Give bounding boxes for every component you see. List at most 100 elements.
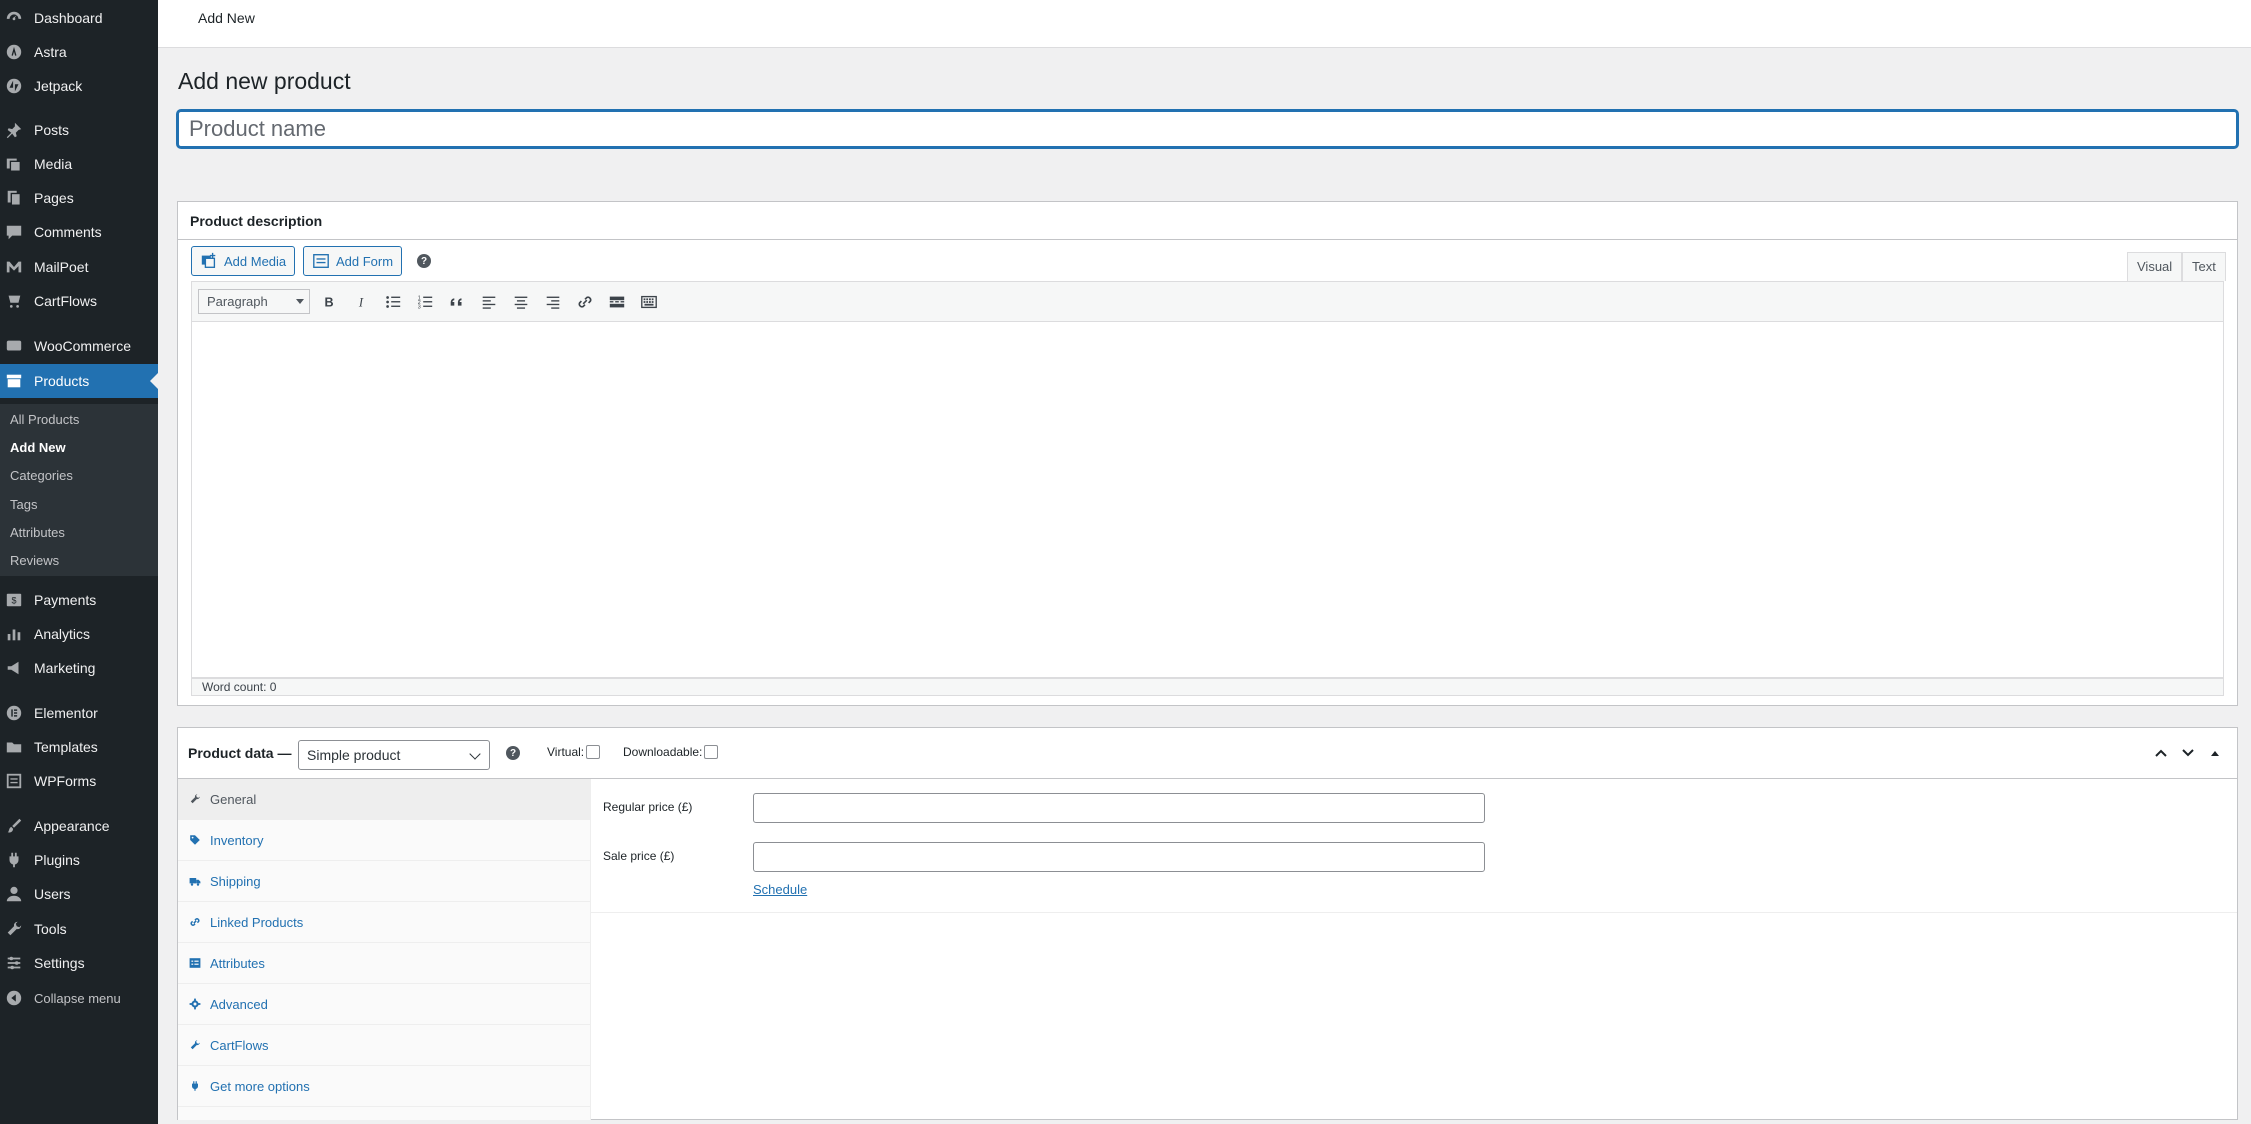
bold-button[interactable]: B [316, 290, 342, 314]
align-left-button[interactable] [476, 290, 502, 314]
bullet-list-button[interactable] [380, 290, 406, 314]
sidebar-item-astra[interactable]: Astra [0, 35, 158, 69]
users-icon [4, 884, 24, 904]
downloadable-checkbox[interactable] [704, 745, 719, 759]
align-right-icon [546, 296, 560, 309]
archive-icon [4, 371, 24, 391]
submenu-all-products[interactable]: All Products [10, 410, 79, 430]
read-more-icon [609, 296, 625, 308]
sidebar-item-media[interactable]: Media [0, 147, 158, 181]
editor-content-area[interactable] [191, 321, 2224, 678]
move-down-button[interactable] [2181, 746, 2195, 760]
product-data-box: Product data — Simple product ? Virtual:… [177, 727, 2238, 1120]
sidebar-item-marketing[interactable]: Marketing [0, 651, 158, 685]
keyboard-icon [641, 295, 657, 309]
sidebar-item-elementor[interactable]: Elementor [0, 696, 158, 730]
sidebar-item-woocommerce[interactable]: WooCommerce [0, 329, 158, 363]
tab-get-more-options[interactable]: Get more options [178, 1066, 591, 1107]
product-data-title: Product data — [188, 745, 292, 761]
sidebar-item-appearance[interactable]: Appearance [0, 809, 158, 843]
product-type-select[interactable]: Simple product [298, 740, 490, 770]
products-submenu: All Products Add New Categories Tags Att… [0, 404, 158, 576]
sidebar-item-analytics[interactable]: Analytics [0, 617, 158, 651]
payments-icon: $ [4, 590, 24, 610]
virtual-option: Virtual: [547, 745, 601, 759]
bullet-list-icon [386, 296, 401, 308]
wrench-icon [4, 919, 24, 939]
product-description-header: Product description [178, 202, 2237, 240]
help-icon[interactable]: ? [417, 254, 431, 268]
tab-visual[interactable]: Visual [2127, 252, 2183, 281]
regular-price-label: Regular price (£) [603, 800, 693, 814]
collapse-menu-button[interactable]: Collapse menu [0, 981, 158, 1015]
sidebar-item-settings[interactable]: Settings [0, 946, 158, 980]
gear-icon [188, 997, 202, 1011]
product-type-help-icon[interactable]: ? [506, 746, 520, 760]
sidebar-item-cartflows[interactable]: CartFlows [0, 284, 158, 318]
tab-general[interactable]: General [178, 779, 591, 820]
italic-button[interactable]: I [348, 290, 374, 314]
chevron-down-icon [469, 748, 481, 760]
caret-up-icon [2211, 751, 2219, 756]
page-title: Add new product [178, 68, 351, 94]
sidebar-item-wpforms[interactable]: WPForms [0, 764, 158, 798]
read-more-button[interactable] [604, 290, 630, 314]
svg-text:I: I [358, 296, 364, 310]
sidebar-item-pages[interactable]: Pages [0, 181, 158, 215]
quote-icon [450, 298, 462, 306]
pages-icon [4, 188, 24, 208]
numbered-list-button[interactable]: 123 [412, 290, 438, 314]
mailpoet-icon [4, 257, 24, 277]
megaphone-icon [4, 658, 24, 678]
align-center-button[interactable] [508, 290, 534, 314]
tab-advanced[interactable]: Advanced [178, 984, 591, 1025]
sidebar-item-comments[interactable]: Comments [0, 215, 158, 249]
virtual-checkbox[interactable] [586, 745, 601, 759]
sidebar-item-products[interactable]: Products [0, 364, 158, 398]
sidebar-item-users[interactable]: Users [0, 877, 158, 911]
sidebar-item-templates[interactable]: Templates [0, 730, 158, 764]
submenu-reviews[interactable]: Reviews [10, 551, 59, 571]
tab-shipping[interactable]: Shipping [178, 861, 591, 902]
submenu-attributes[interactable]: Attributes [10, 523, 65, 543]
svg-text:3: 3 [418, 304, 421, 310]
format-select[interactable]: Paragraph [198, 289, 310, 314]
sidebar-item-mailpoet[interactable]: MailPoet [0, 250, 158, 284]
sidebar-item-jetpack[interactable]: Jetpack [0, 69, 158, 103]
chevron-down-icon [2182, 749, 2194, 757]
submenu-add-new[interactable]: Add New [10, 438, 66, 458]
align-right-button[interactable] [540, 290, 566, 314]
tab-inventory[interactable]: Inventory [178, 820, 591, 861]
media-icon [4, 154, 24, 174]
insert-link-button[interactable] [572, 290, 598, 314]
toolbar-toggle-button[interactable] [636, 290, 662, 314]
sidebar-item-posts[interactable]: Posts [0, 113, 158, 147]
add-media-button[interactable]: Add Media [191, 246, 296, 276]
add-form-button[interactable]: Add Form [303, 246, 403, 276]
numbered-list-icon: 123 [418, 295, 433, 310]
toggle-panel-button[interactable] [2208, 746, 2222, 760]
sidebar-item-payments[interactable]: $ Payments [0, 583, 158, 617]
regular-price-input[interactable] [753, 793, 1485, 823]
move-up-button[interactable] [2154, 746, 2168, 760]
tag-icon [188, 833, 202, 847]
sidebar-item-plugins[interactable]: Plugins [0, 843, 158, 877]
downloadable-option: Downloadable: [623, 745, 719, 759]
tab-linked-products[interactable]: Linked Products [178, 902, 591, 943]
product-name-input[interactable] [177, 110, 2238, 148]
tab-text[interactable]: Text [2182, 252, 2226, 281]
wrench-icon [188, 792, 202, 806]
collapse-icon [4, 988, 24, 1008]
tab-attributes[interactable]: Attributes [178, 943, 591, 984]
schedule-link[interactable]: Schedule [753, 882, 807, 897]
submenu-tags[interactable]: Tags [10, 495, 37, 515]
elementor-icon [4, 703, 24, 723]
editor-toolbar: Paragraph B I 123 [191, 281, 2224, 321]
blockquote-button[interactable] [444, 290, 470, 314]
sidebar-item-tools[interactable]: Tools [0, 912, 158, 946]
sale-price-input[interactable] [753, 842, 1485, 872]
sidebar-item-dashboard[interactable]: Dashboard [0, 1, 158, 35]
submenu-categories[interactable]: Categories [10, 466, 73, 486]
chevron-up-icon [2155, 749, 2167, 757]
tab-cartflows[interactable]: CartFlows [178, 1025, 591, 1066]
